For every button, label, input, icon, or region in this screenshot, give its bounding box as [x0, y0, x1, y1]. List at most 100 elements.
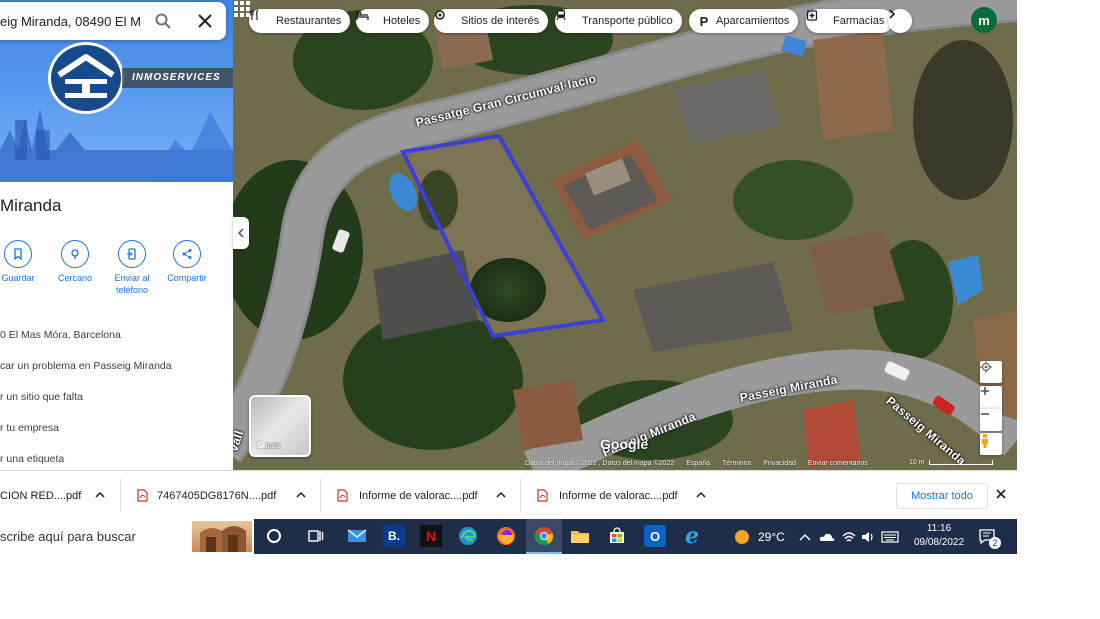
taskbar-search-placeholder: scribe aquí para buscar	[0, 529, 136, 544]
chevron-up-icon[interactable]	[695, 489, 707, 501]
send-to-phone-button[interactable]: Enviar al teléfono	[104, 240, 160, 296]
pdf-file-icon	[137, 489, 148, 502]
download-item[interactable]: CION RED....pdf	[0, 471, 81, 520]
apps-grid-icon[interactable]	[233, 0, 251, 18]
system-clock[interactable]: 11:16 09/08/2022	[906, 522, 972, 550]
nearby-icon	[61, 240, 89, 268]
chip-restaurants[interactable]: Restaurantes	[249, 9, 351, 33]
download-item[interactable]: Informe de valorac....pdf	[337, 471, 478, 520]
country-link[interactable]: España	[686, 460, 710, 467]
chip-parking[interactable]: P Aparcamientos	[689, 9, 799, 33]
file-explorer-icon[interactable]	[569, 525, 591, 547]
satellite-map[interactable]: Passatge Gran Circumval·lacio Passeig Mi…	[233, 0, 1017, 470]
close-icon[interactable]	[196, 12, 214, 30]
taskbar-search[interactable]: scribe aquí para buscar	[0, 519, 254, 554]
close-icon[interactable]	[994, 487, 1008, 501]
company-logo-text: INMOSERVICES	[122, 68, 233, 88]
google-logo: Google	[600, 436, 649, 452]
search-input[interactable]	[0, 2, 140, 40]
terms-link[interactable]: Términos	[722, 460, 751, 467]
booking-icon[interactable]: B.	[383, 525, 405, 547]
parking-icon: P	[699, 13, 709, 29]
nearby-label: Cercano	[57, 273, 93, 283]
search-highlight-image	[192, 521, 252, 552]
my-location-button[interactable]	[980, 361, 1002, 383]
chip-public-transport[interactable]: Transporte público	[555, 9, 682, 33]
bookmark-icon	[4, 240, 32, 268]
landmark-icon	[435, 10, 456, 28]
chevron-up-icon	[799, 533, 811, 540]
sun-icon	[735, 529, 749, 544]
chip-pharmacies[interactable]: Farmacias	[806, 9, 894, 33]
keyboard-icon[interactable]	[881, 519, 899, 554]
transit-icon	[556, 10, 577, 28]
add-missing-place-row[interactable]: r un sitio que falta	[0, 391, 83, 403]
chip-label: Restaurantes	[276, 15, 342, 27]
download-item[interactable]: 7467405DG8176N....pdf	[137, 471, 276, 520]
chip-label: Hoteles	[383, 15, 421, 27]
mail-icon[interactable]	[346, 525, 368, 547]
show-hidden-icons-button[interactable]	[799, 519, 811, 554]
chips-next-button[interactable]	[888, 9, 912, 33]
outlook-icon[interactable]: O	[644, 525, 666, 547]
volume-icon[interactable]	[861, 519, 875, 554]
chip-label: Aparcamientos	[716, 15, 790, 27]
chrome-icon[interactable]	[533, 525, 555, 547]
place-panel: INMOSERVICES Miranda Guardar Cercano Env…	[0, 0, 233, 470]
notifications-button[interactable]: 2	[979, 519, 1001, 554]
feedback-link[interactable]: Enviar comentarios	[808, 460, 868, 467]
cortana-icon[interactable]	[263, 525, 285, 547]
send-to-phone-icon	[118, 240, 146, 268]
chevron-up-icon[interactable]	[94, 489, 106, 501]
weather-widget[interactable]: 29°C	[733, 519, 785, 554]
onedrive-icon[interactable]	[819, 519, 835, 554]
nearby-button[interactable]: Cercano	[47, 240, 103, 284]
internet-explorer-icon[interactable]: e	[681, 523, 703, 549]
chip-label: Sitios de interés	[461, 15, 540, 27]
share-button[interactable]: Compartir	[159, 240, 215, 284]
download-item[interactable]: Informe de valorac....pdf	[537, 471, 678, 520]
firefox-icon[interactable]	[495, 525, 517, 547]
edge-icon[interactable]	[457, 525, 479, 547]
save-button[interactable]: Guardar	[0, 240, 46, 284]
chip-hotels[interactable]: Hoteles	[356, 9, 430, 33]
company-logo	[48, 42, 124, 114]
pdf-file-icon	[337, 489, 348, 502]
layers-icon	[257, 441, 266, 449]
map-scale[interactable]: 10 m	[909, 459, 993, 466]
avatar[interactable]: m	[971, 7, 997, 33]
collapse-panel-button[interactable]	[233, 217, 249, 249]
wifi-icon[interactable]	[842, 519, 856, 554]
chevron-right-icon	[889, 9, 896, 19]
downloads-bar: CION RED....pdf 7467405DG8176N....pdf In…	[0, 470, 1017, 520]
add-business-row[interactable]: r tu empresa	[0, 422, 59, 434]
scale-bar	[928, 460, 993, 465]
pharmacy-icon	[806, 10, 828, 28]
zoom-in-button[interactable]	[980, 386, 1002, 408]
zoom-out-button[interactable]	[980, 408, 1002, 431]
share-icon	[173, 240, 201, 268]
add-label-row[interactable]: r una etiqueta	[0, 453, 64, 465]
plus-icon	[981, 387, 989, 395]
clock-date: 09/08/2022	[913, 537, 965, 548]
chip-points-of-interest[interactable]: Sitios de interés	[434, 9, 549, 33]
download-filename: Informe de valorac....pdf	[559, 489, 678, 502]
store-icon[interactable]	[606, 525, 628, 547]
search-icon[interactable]	[154, 12, 172, 30]
save-label: Guardar	[1, 273, 35, 283]
netflix-icon[interactable]: N	[420, 525, 442, 547]
hotel-icon	[356, 11, 378, 28]
download-filename: 7467405DG8176N....pdf	[157, 489, 277, 502]
task-view-icon[interactable]	[305, 525, 327, 547]
privacy-link[interactable]: Privacidad	[763, 460, 796, 467]
my-location-icon	[980, 361, 992, 373]
chevron-up-icon[interactable]	[495, 489, 507, 501]
chevron-up-icon[interactable]	[295, 489, 307, 501]
street-view-pegman[interactable]	[980, 433, 1002, 455]
restaurant-icon	[250, 9, 271, 28]
layers-button[interactable]: Capas	[249, 395, 311, 457]
show-all-downloads-button[interactable]: Mostrar todo	[896, 483, 988, 509]
share-label: Compartir	[167, 273, 207, 283]
report-problem-row[interactable]: car un problema en Passeig Miranda	[0, 360, 172, 372]
address-row[interactable]: 0 El Mas Móra, Barcelona	[0, 329, 121, 341]
